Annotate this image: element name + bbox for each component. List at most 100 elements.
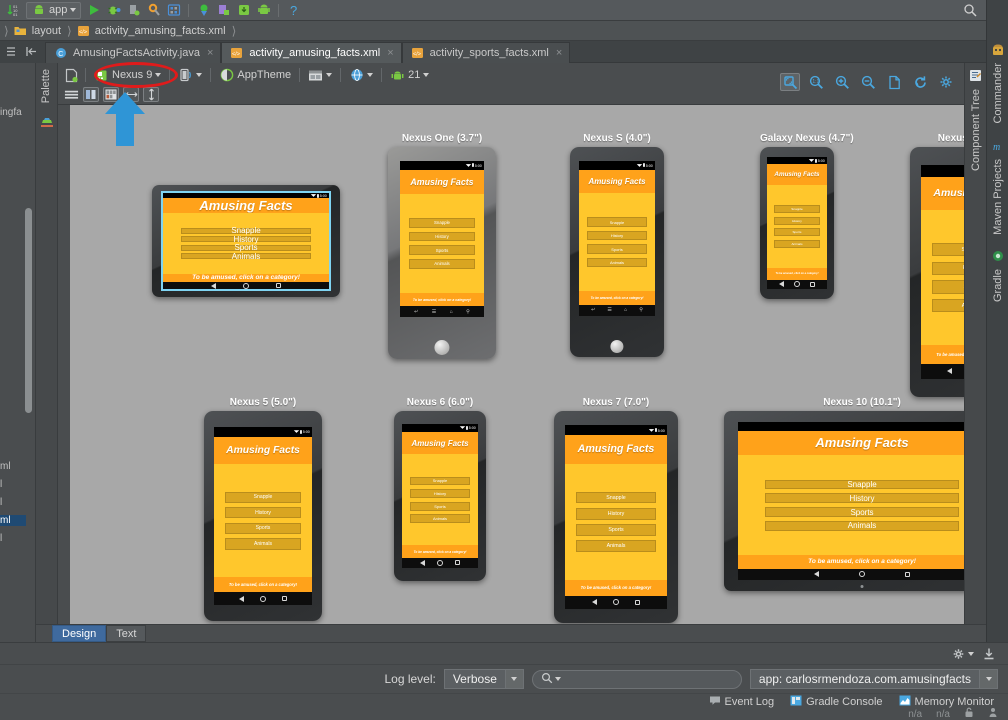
back-icon[interactable] — [239, 595, 245, 602]
app-category-button[interactable]: Snapple — [765, 479, 959, 490]
collapse-all-icon[interactable] — [4, 44, 19, 59]
device-screen[interactable]: 5:00Amusing FactsSnappleHistorySportsAni… — [767, 157, 827, 289]
app-category-button[interactable]: Animals — [765, 520, 959, 531]
recents-icon[interactable] — [275, 283, 281, 288]
android-download-icon[interactable] — [236, 3, 251, 18]
project-tree-item[interactable]: ml — [0, 515, 26, 526]
chevron-down-icon[interactable] — [70, 8, 77, 12]
app-category-button[interactable]: Snapple — [224, 491, 302, 503]
columns-icon[interactable] — [83, 87, 99, 102]
close-icon[interactable]: × — [207, 47, 213, 59]
app-category-button[interactable]: History — [587, 230, 647, 241]
api-selector[interactable]: 21 — [388, 66, 431, 84]
project-tree-item[interactable]: ml — [0, 461, 11, 472]
refresh-icon[interactable] — [910, 73, 930, 91]
app-category-button[interactable]: Animals — [224, 538, 302, 550]
logcat-search-input[interactable] — [531, 669, 742, 689]
recents-icon[interactable] — [904, 571, 910, 577]
editor-tab-1[interactable]: </> activity_amusing_facts.xml × — [221, 42, 402, 63]
location-icon[interactable] — [196, 3, 211, 18]
app-category-button[interactable]: Animals — [587, 257, 647, 268]
tab-text[interactable]: Text — [106, 625, 147, 642]
chevron-down-icon[interactable] — [326, 73, 333, 77]
device-preview[interactable]: Nexus 5 (5.0") 5:00 Amusing Facts Snapple Hi… — [204, 397, 322, 621]
width-icon[interactable] — [123, 87, 139, 102]
app-category-button[interactable]: Sports — [765, 507, 959, 517]
activity-selector[interactable] — [306, 66, 334, 84]
project-tree-item[interactable]: ingfa — [0, 107, 22, 118]
app-category-button[interactable]: History — [181, 235, 311, 244]
app-category-button[interactable]: Sports — [410, 501, 470, 511]
chevron-down-icon[interactable] — [155, 73, 162, 77]
hardware-home-button[interactable] — [434, 339, 450, 355]
recents-icon[interactable] — [281, 596, 287, 602]
settings-gear-icon[interactable] — [936, 73, 956, 91]
app-category-button[interactable]: Snapple — [773, 205, 821, 214]
app-category-button[interactable]: History — [224, 507, 302, 519]
log-level-select[interactable]: Verbose — [443, 669, 524, 689]
component-tree-strip[interactable]: Component Tree — [964, 63, 986, 642]
app-category-button[interactable]: History — [410, 489, 470, 498]
hardware-home-button[interactable] — [610, 339, 624, 353]
app-category-button[interactable]: History — [773, 216, 821, 225]
orientation-selector[interactable] — [176, 66, 204, 84]
app-category-button[interactable]: History — [932, 261, 964, 275]
chevron-down-icon[interactable] — [554, 677, 561, 681]
app-category-button[interactable]: Animals — [932, 299, 964, 313]
menu-icon[interactable]: ☰ — [607, 307, 611, 313]
lock-icon[interactable] — [964, 707, 974, 720]
app-category-button[interactable]: History — [765, 493, 959, 504]
device-screen[interactable]: 5:00Amusing FactsSnappleHistorySportsAni… — [921, 165, 964, 379]
attach-debugger-icon[interactable] — [126, 3, 141, 18]
app-category-button[interactable]: Animals — [181, 252, 311, 261]
back-icon[interactable] — [211, 282, 217, 289]
settings-gear-icon[interactable] — [952, 647, 974, 661]
project-tree-item[interactable]: l — [0, 497, 2, 508]
close-icon[interactable]: × — [556, 47, 562, 59]
screenshot-icon[interactable] — [884, 73, 904, 91]
zoom-actual-icon[interactable]: 1:1 — [806, 73, 826, 91]
breadcrumb-item-layout[interactable]: layout — [9, 22, 67, 40]
avd-manager-icon[interactable] — [166, 3, 181, 18]
sdk-manager-icon[interactable] — [146, 3, 161, 18]
device-selector[interactable]: Nexus 9 — [92, 66, 163, 84]
app-category-button[interactable]: Snapple — [587, 217, 647, 227]
device-preview[interactable]: Nexus One (3.7") 5:00 Amusing Facts Snapple… — [388, 133, 496, 359]
right-tab-maven[interactable]: m Maven Projects — [992, 140, 1004, 235]
device-screen[interactable]: 5:00Amusing FactsSnappleHistorySportsAni… — [738, 422, 964, 580]
back-icon[interactable] — [779, 281, 785, 288]
app-category-button[interactable]: History — [576, 508, 656, 520]
app-category-button[interactable]: Snapple — [409, 218, 475, 228]
app-category-button[interactable]: Animals — [409, 258, 475, 269]
device-screen[interactable]: 5:00Amusing FactsSnappleHistorySportsAni… — [565, 425, 667, 609]
recents-icon[interactable] — [455, 560, 461, 566]
chevron-down-icon[interactable] — [968, 652, 974, 656]
device-preview[interactable]: Nexus S (4.0") 5:00 Amusing Facts Snapple Hi… — [570, 133, 664, 357]
device-screen[interactable]: 5:00Amusing FactsSnappleHistorySportsAni… — [214, 427, 312, 605]
app-category-button[interactable]: Sports — [181, 243, 311, 252]
app-category-button[interactable]: Animals — [410, 514, 470, 524]
list-view-icon[interactable] — [64, 87, 79, 102]
project-scrollbar[interactable] — [25, 208, 32, 413]
layout-inspector-icon[interactable] — [216, 3, 231, 18]
recents-icon[interactable] — [635, 599, 641, 605]
zoom-out-icon[interactable] — [858, 73, 878, 91]
app-category-button[interactable]: Snapple — [576, 492, 656, 504]
menu-icon[interactable]: ☰ — [432, 309, 436, 315]
select-opened-file-icon[interactable] — [24, 44, 39, 59]
zoom-in-icon[interactable] — [832, 73, 852, 91]
back-icon[interactable] — [591, 599, 597, 606]
recents-icon[interactable] — [809, 281, 815, 287]
app-category-button[interactable]: Sports — [773, 228, 821, 237]
app-category-button[interactable]: Sports — [587, 244, 647, 254]
home-icon[interactable]: ⌂ — [450, 309, 453, 315]
palette-strip[interactable]: Palette — [36, 63, 58, 642]
debug-icon[interactable] — [106, 3, 121, 18]
project-tree-item[interactable]: l — [0, 479, 2, 490]
app-category-button[interactable]: Sports — [576, 524, 656, 536]
design-canvas[interactable]: 5:00 Amusing Facts Snapple History Sports Ani… — [70, 105, 964, 624]
preview-refresh-icon[interactable] — [64, 68, 79, 83]
back-icon[interactable]: ↵ — [591, 307, 595, 313]
close-icon[interactable]: × — [387, 47, 393, 59]
app-category-button[interactable]: Animals — [576, 540, 656, 552]
